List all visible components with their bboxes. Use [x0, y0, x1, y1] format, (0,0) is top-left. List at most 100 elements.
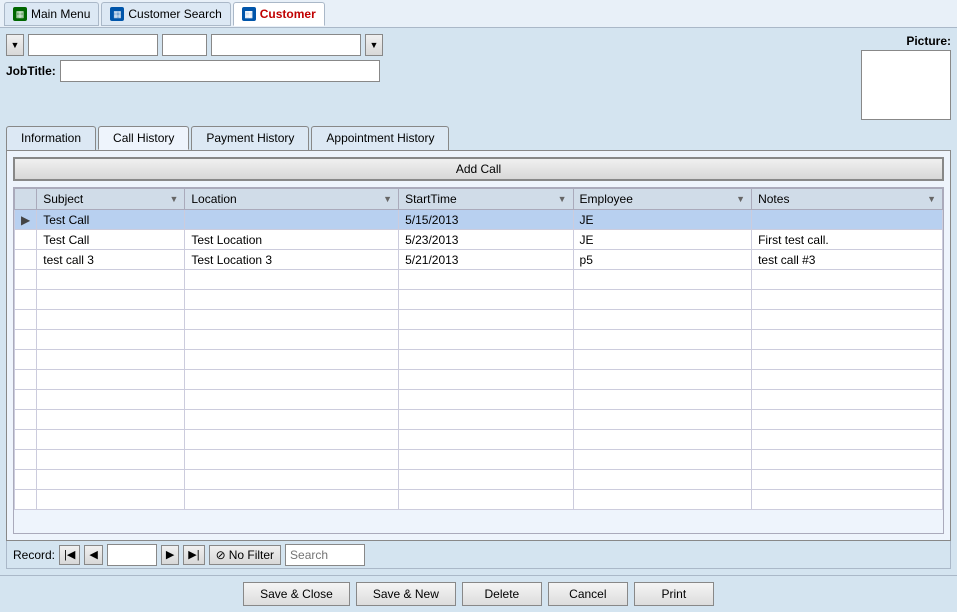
location-col-header[interactable]: Location ▼: [185, 189, 399, 210]
subject-sort-icon: ▼: [169, 194, 178, 204]
notes-cell: First test call.: [752, 230, 943, 250]
footer-buttons: Save & Close Save & New Delete Cancel Pr…: [0, 575, 957, 612]
row-indicator: [15, 230, 37, 250]
save-close-button[interactable]: Save & Close: [243, 582, 350, 606]
delete-button[interactable]: Delete: [462, 582, 542, 606]
empty-row: [15, 310, 943, 330]
starttime-cell: 5/21/2013: [399, 250, 573, 270]
employee-col-header[interactable]: Employee ▼: [573, 189, 752, 210]
jobtitle-row: JobTitle:: [6, 60, 845, 82]
empty-row: [15, 410, 943, 430]
nav-last-btn[interactable]: ▶|: [183, 545, 204, 565]
customer-search-icon: ▦: [110, 7, 124, 21]
location-sort-icon: ▼: [383, 194, 392, 204]
add-call-button[interactable]: Add Call: [13, 157, 944, 181]
tab-customer-label: Customer: [260, 7, 316, 21]
empty-row: [15, 290, 943, 310]
jobtitle-label: JobTitle:: [6, 64, 56, 78]
empty-indicator: [15, 310, 37, 330]
tab-customer-search-label: Customer Search: [128, 7, 221, 21]
call-history-table: Subject ▼ Location ▼: [14, 188, 943, 510]
location-cell: Test Location 3: [185, 250, 399, 270]
last-name-input[interactable]: Customer: [211, 34, 361, 56]
cancel-button[interactable]: Cancel: [548, 582, 628, 606]
employee-cell: JE: [573, 230, 752, 250]
empty-row: [15, 370, 943, 390]
last-dropdown-btn[interactable]: ▼: [365, 34, 383, 56]
jobtitle-input[interactable]: [60, 60, 380, 82]
notes-cell: test call #3: [752, 250, 943, 270]
starttime-cell: 5/15/2013: [399, 210, 573, 230]
empty-indicator: [15, 330, 37, 350]
first-name-input[interactable]: Test: [28, 34, 158, 56]
empty-indicator: [15, 430, 37, 450]
empty-row: [15, 470, 943, 490]
picture-box: Picture:: [851, 34, 951, 120]
tab-call-history[interactable]: Call History: [98, 126, 189, 150]
top-form: ▼ Test Customer ▼ JobTitle: Picture:: [6, 34, 951, 120]
empty-indicator: [15, 350, 37, 370]
employee-cell: p5: [573, 250, 752, 270]
empty-indicator: [15, 290, 37, 310]
tab-customer[interactable]: ▦ Customer: [233, 2, 325, 26]
nav-prev-btn[interactable]: ◀: [84, 545, 102, 565]
print-button[interactable]: Print: [634, 582, 714, 606]
nav-next-btn[interactable]: ▶: [161, 545, 179, 565]
subject-cell: test call 3: [37, 250, 185, 270]
subject-cell: Test Call: [37, 210, 185, 230]
empty-indicator: [15, 490, 37, 510]
table-header-row: Subject ▼ Location ▼: [15, 189, 943, 210]
record-label: Record:: [13, 548, 55, 562]
empty-row: [15, 490, 943, 510]
empty-indicator: [15, 450, 37, 470]
record-number-input[interactable]: 1 of 3: [107, 544, 157, 566]
empty-row: [15, 390, 943, 410]
indicator-col-header: [15, 189, 37, 210]
subject-cell: Test Call: [37, 230, 185, 250]
employee-sort-icon: ▼: [736, 194, 745, 204]
notes-col-header[interactable]: Notes ▼: [752, 189, 943, 210]
empty-indicator: [15, 410, 37, 430]
tab-headers: Information Call History Payment History…: [6, 126, 951, 151]
title-bar: ▦ Main Menu ▦ Customer Search ▦ Customer: [0, 0, 957, 28]
row-indicator: ▶: [15, 210, 37, 230]
picture-frame: [861, 50, 951, 120]
main-content: ▼ Test Customer ▼ JobTitle: Picture: Inf…: [0, 28, 957, 575]
tab-panel: Information Call History Payment History…: [6, 126, 951, 569]
empty-indicator: [15, 270, 37, 290]
tab-information[interactable]: Information: [6, 126, 96, 150]
filter-icon: ⊘: [216, 548, 226, 562]
empty-indicator: [15, 470, 37, 490]
middle-name-input[interactable]: [162, 34, 207, 56]
starttime-sort-icon: ▼: [558, 194, 567, 204]
tab-main-menu[interactable]: ▦ Main Menu: [4, 2, 99, 26]
nav-first-btn[interactable]: |◀: [59, 545, 80, 565]
picture-label: Picture:: [906, 34, 951, 48]
search-input[interactable]: [285, 544, 365, 566]
main-menu-icon: ▦: [13, 7, 27, 21]
no-filter-btn[interactable]: ⊘ No Filter: [209, 545, 281, 565]
tab-customer-search[interactable]: ▦ Customer Search: [101, 2, 230, 26]
employee-cell: JE: [573, 210, 752, 230]
record-nav: Record: |◀ ◀ 1 of 3 ▶ ▶| ⊘ No Filter: [6, 541, 951, 569]
first-dropdown-btn[interactable]: ▼: [6, 34, 24, 56]
table-wrapper[interactable]: Subject ▼ Location ▼: [13, 187, 944, 534]
table-row[interactable]: Test Call Test Location 5/23/2013 JE Fir…: [15, 230, 943, 250]
customer-icon: ▦: [242, 7, 256, 21]
empty-indicator: [15, 390, 37, 410]
subject-col-header[interactable]: Subject ▼: [37, 189, 185, 210]
empty-row: [15, 350, 943, 370]
empty-row: [15, 330, 943, 350]
notes-sort-icon: ▼: [927, 194, 936, 204]
tab-content: Add Call Subject ▼: [6, 151, 951, 541]
save-new-button[interactable]: Save & New: [356, 582, 456, 606]
empty-indicator: [15, 370, 37, 390]
starttime-col-header[interactable]: StartTime ▼: [399, 189, 573, 210]
notes-cell: [752, 210, 943, 230]
tab-payment-history[interactable]: Payment History: [191, 126, 309, 150]
tab-appointment-history[interactable]: Appointment History: [311, 126, 449, 150]
table-row[interactable]: ▶ Test Call 5/15/2013 JE: [15, 210, 943, 230]
empty-row: [15, 430, 943, 450]
table-row[interactable]: test call 3 Test Location 3 5/21/2013 p5…: [15, 250, 943, 270]
row-indicator: [15, 250, 37, 270]
